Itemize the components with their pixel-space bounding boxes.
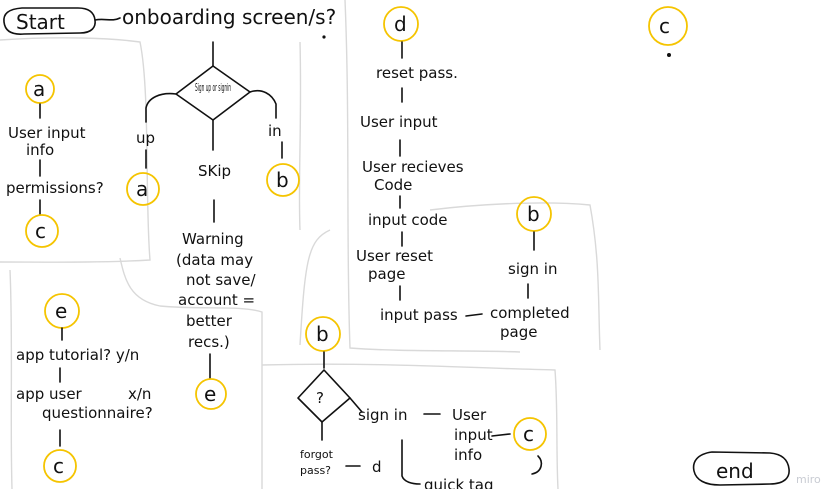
- svg-text:recs.): recs.): [188, 333, 230, 351]
- a-mid-label: a: [136, 177, 148, 201]
- quick-tag-label: quick tag: [424, 476, 494, 489]
- user-reset-page-line1: User reset: [356, 247, 433, 265]
- sign-in-bottom-label: sign in: [358, 406, 407, 424]
- dot: [322, 35, 326, 39]
- svg-text:Warning: Warning: [182, 230, 244, 248]
- decision-label: Sign up or signin: [195, 81, 231, 94]
- decision-forgot-or-sign-in[interactable]: ?: [297, 369, 351, 423]
- c-bottom-left-label: c: [53, 454, 64, 478]
- svg-text:account =: account =: [178, 291, 255, 309]
- dot: [667, 53, 671, 57]
- user-input-info-bottom-line2: input: [454, 426, 493, 444]
- app-tutorial-label: app tutorial? y/n: [16, 346, 139, 364]
- app-user-label: app user: [16, 385, 83, 403]
- input-pass-label: input pass: [380, 306, 458, 324]
- branch-skip-label: SKip: [198, 162, 231, 180]
- decision-sign-up-or-sign-in[interactable]: Sign up or signin: [175, 65, 251, 121]
- miro-watermark: miro: [796, 473, 821, 486]
- user-input-info-bottom-line3: info: [454, 446, 482, 464]
- svg-text:not save/: not save/: [186, 271, 256, 289]
- user-input-info-line1: User input: [8, 124, 86, 142]
- forgot-pass-line2: pass?: [300, 464, 331, 477]
- b-mid-label: b: [276, 168, 289, 192]
- warning-note: Warning (data may not save/ account = be…: [176, 230, 256, 351]
- connector: [94, 17, 121, 21]
- c-bottom-label: c: [523, 422, 534, 446]
- input-code-label: input code: [368, 211, 448, 229]
- c-left-label: c: [35, 219, 46, 243]
- whiteboard-canvas[interactable]: Start onboarding screen/s? c Sign up or …: [0, 0, 834, 489]
- connector: [401, 439, 421, 485]
- bracket: [531, 455, 543, 475]
- e-mid-label: e: [204, 382, 216, 406]
- decision-bottom-label: ?: [316, 389, 324, 407]
- onboarding-label: onboarding screen/s?: [122, 5, 336, 29]
- questionnaire-label: questionnaire?: [42, 404, 153, 422]
- branch-in-label: in: [268, 122, 282, 140]
- x-n-label: x/n: [128, 385, 151, 403]
- user-recieves-line1: User recieves: [362, 158, 464, 176]
- c-top-label: c: [659, 14, 670, 38]
- svg-text:better: better: [186, 312, 233, 330]
- e-bottom-label: e: [55, 299, 67, 323]
- branch-up-label: up: [136, 129, 155, 147]
- d-bottom-label: d: [372, 458, 382, 476]
- a-top-label: a: [33, 77, 45, 101]
- forgot-pass-line1: forgot: [300, 448, 334, 461]
- completed-page-line2: page: [500, 323, 537, 341]
- user-input-info-line2: info: [26, 141, 54, 159]
- permissions-label: permissions?: [6, 179, 104, 197]
- connector: [465, 313, 483, 317]
- user-input-label: User input: [360, 113, 438, 131]
- b-bottom-label: b: [316, 322, 329, 346]
- b-right-label: b: [527, 202, 540, 226]
- start-label: Start: [16, 10, 65, 34]
- completed-page-line1: completed: [490, 304, 570, 322]
- connector-up: [145, 92, 177, 123]
- reset-pass-label: reset pass.: [376, 64, 458, 82]
- end-label: end: [716, 459, 754, 483]
- start-node[interactable]: Start: [3, 7, 96, 35]
- user-recieves-line2: Code: [374, 176, 412, 194]
- user-input-info-bottom-line1: User: [452, 406, 487, 424]
- d-top-label: d: [394, 12, 407, 36]
- user-reset-page-line2: page: [368, 265, 405, 283]
- end-node[interactable]: end: [692, 451, 790, 486]
- svg-text:(data may: (data may: [176, 251, 253, 269]
- sign-in-right-label: sign in: [508, 260, 557, 278]
- connector: [491, 433, 511, 437]
- connector-in: [249, 89, 277, 119]
